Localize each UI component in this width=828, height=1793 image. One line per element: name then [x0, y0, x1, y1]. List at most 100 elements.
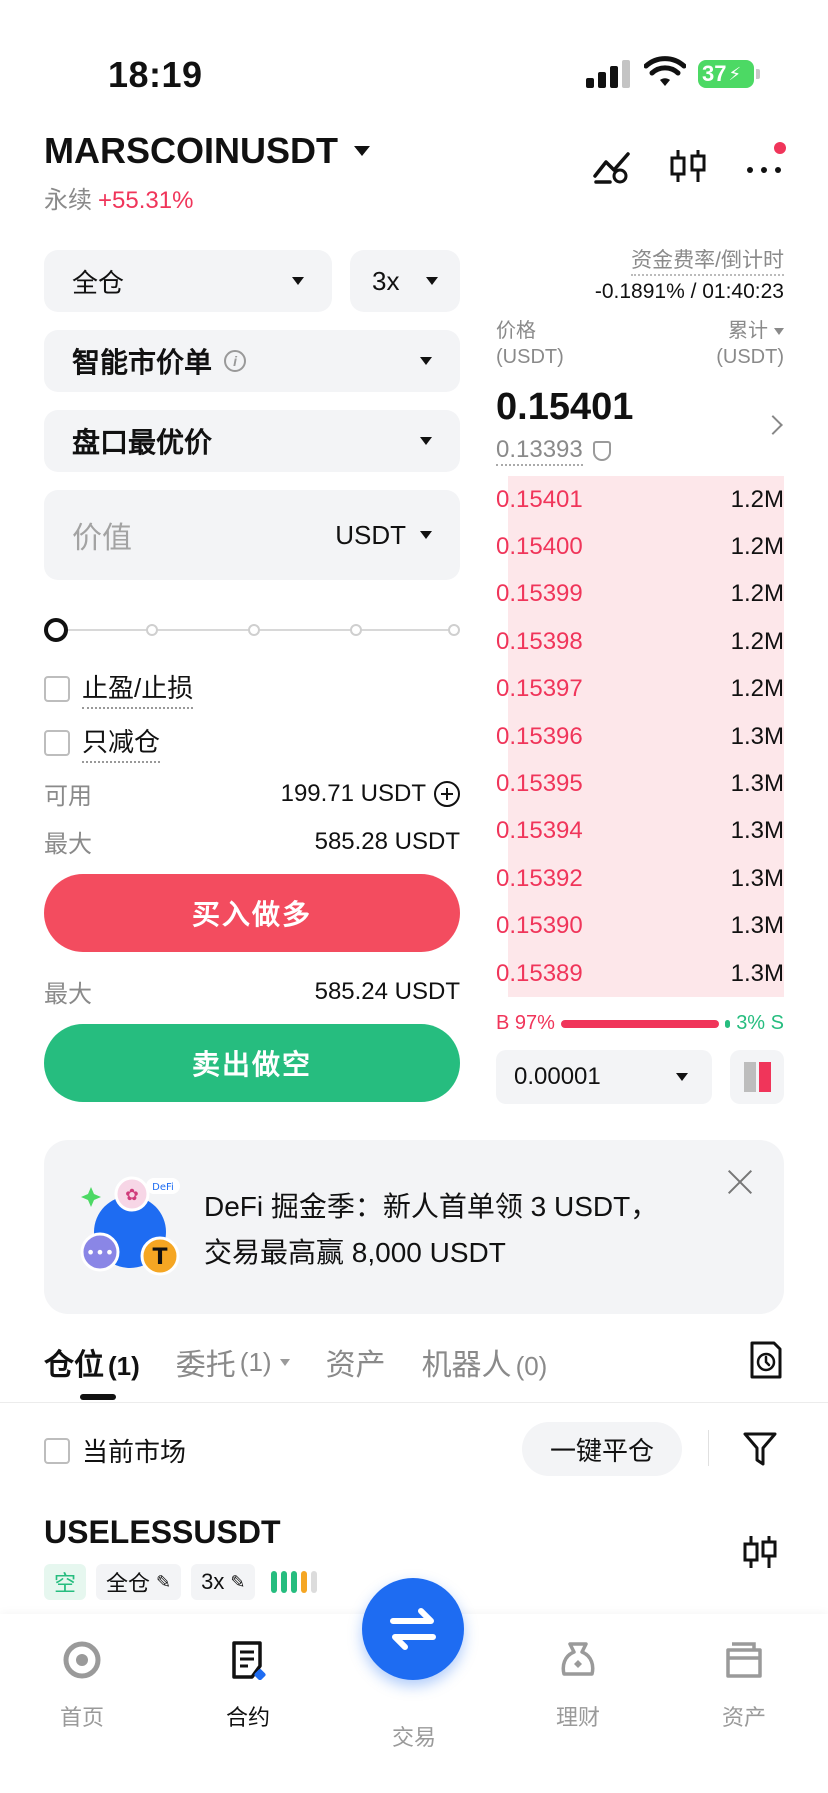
current-market-checkbox[interactable]: [44, 1437, 70, 1464]
qty-header-select[interactable]: 累计 (USDT): [716, 318, 784, 370]
defi-promo-icon: ✿ ••• T DeFi: [80, 1176, 180, 1276]
money-bag-icon: [561, 1642, 595, 1676]
margin-mode-tag-label: 全仓: [106, 1571, 151, 1596]
ask-row[interactable]: 0.15399 1.2M: [496, 570, 784, 619]
ask-row[interactable]: 0.15394 1.3M: [496, 807, 784, 856]
tab-assets[interactable]: 资产: [326, 1340, 386, 1384]
tabs-divider: [0, 1402, 828, 1403]
ask-row[interactable]: 0.15397 1.2M: [496, 665, 784, 713]
ask-price: 0.15390: [496, 912, 583, 940]
ask-row[interactable]: 0.15392 1.3M: [496, 855, 784, 903]
ask-price: 0.15389: [496, 959, 583, 987]
nav-contracts[interactable]: 合约: [188, 1640, 308, 1732]
funding-rate[interactable]: 资金费率/倒计时 -0.1891% / 01:40:23: [595, 244, 784, 304]
mark-price-row: 0.13393: [496, 436, 611, 466]
trend-settings-icon[interactable]: [592, 146, 632, 186]
more-menu-icon[interactable]: [744, 142, 786, 186]
position-symbol[interactable]: USELESSUSDT: [44, 1514, 280, 1551]
orderbook-header: 价格 (USDT) 累计 (USDT): [496, 318, 784, 370]
promo-banner[interactable]: ✿ ••• T DeFi DeFi 掘金季：新人首单领 3 USDT， 交易最高…: [44, 1140, 784, 1314]
tab-positions[interactable]: 仓位 (1): [44, 1340, 140, 1400]
ask-price: 0.15398: [496, 627, 583, 655]
ask-row[interactable]: 0.15395 1.3M: [496, 760, 784, 808]
price-unit: (USDT): [496, 346, 564, 368]
leverage-tag[interactable]: 3x ✎: [191, 1564, 256, 1600]
tick-size-value: 0.00001: [514, 1063, 601, 1090]
active-tab-indicator: [80, 1394, 116, 1400]
chevron-down-icon: [774, 328, 784, 336]
history-icon[interactable]: [748, 1340, 784, 1380]
ask-row[interactable]: 0.15401 1.2M: [496, 476, 784, 524]
tab-bots-count: (0): [515, 1351, 548, 1381]
nav-trade[interactable]: 交易: [354, 1720, 474, 1752]
reduce-only-option[interactable]: 只减仓: [44, 722, 161, 763]
tab-bots-label: 机器人: [421, 1349, 512, 1382]
ask-row[interactable]: 0.15400 1.2M: [496, 523, 784, 571]
candlestick-chart-icon[interactable]: [742, 1534, 778, 1570]
symbol-selector[interactable]: MARSCOINUSDT: [44, 130, 370, 172]
ask-row[interactable]: 0.15398 1.2M: [496, 618, 784, 666]
buy-long-button[interactable]: 买入做多: [44, 874, 460, 952]
tp-sl-label: 止盈/止损: [82, 668, 194, 709]
layout-bar: [758, 1062, 771, 1092]
nav-contracts-label: 合约: [225, 1705, 270, 1730]
tab-orders[interactable]: 委托 (1): [176, 1340, 290, 1384]
divider: [708, 1430, 709, 1466]
qty-header: 累计: [728, 320, 768, 342]
chevron-down-icon: [420, 357, 432, 365]
ask-qty: 1.3M: [730, 817, 784, 845]
tab-orders-count: (1): [239, 1346, 272, 1377]
margin-mode-select[interactable]: 全仓: [44, 250, 332, 312]
ask-qty: 1.3M: [730, 722, 784, 750]
ask-row[interactable]: 0.15389 1.3M: [496, 949, 784, 998]
close-all-button[interactable]: 一键平仓: [522, 1422, 682, 1476]
nav-home-label: 首页: [59, 1705, 104, 1730]
clock: 18:19: [108, 54, 203, 95]
orderbook-layout-button[interactable]: [730, 1050, 784, 1104]
slider-stop[interactable]: [448, 624, 460, 636]
nav-home[interactable]: 首页: [22, 1640, 142, 1732]
ask-row[interactable]: 0.15396 1.3M: [496, 712, 784, 761]
slider-stop[interactable]: [146, 624, 158, 636]
chevron-right-icon[interactable]: [763, 415, 783, 435]
svg-text:✿: ✿: [125, 1185, 138, 1204]
info-icon[interactable]: i: [224, 350, 247, 372]
reduce-only-checkbox[interactable]: [44, 729, 70, 756]
leverage-select[interactable]: 3x: [350, 250, 460, 312]
sell-short-button[interactable]: 卖出做空: [44, 1024, 460, 1102]
reduce-only-label: 只减仓: [82, 722, 161, 763]
position-tabs: 仓位 (1) 委托 (1) 资产 机器人 (0): [44, 1340, 548, 1400]
edit-icon: ✎: [230, 1571, 246, 1592]
margin-mode-tag[interactable]: 全仓 ✎: [96, 1564, 182, 1600]
current-market-filter[interactable]: 当前市场: [44, 1432, 186, 1469]
amount-slider[interactable]: [44, 618, 460, 642]
price-type-select[interactable]: 盘口最优价: [44, 410, 460, 472]
slider-stop[interactable]: [350, 624, 362, 636]
notification-dot: [774, 142, 786, 154]
nav-assets-label: 资产: [721, 1705, 766, 1730]
trade-swap-button[interactable]: [362, 1578, 464, 1680]
candlestick-chart-icon[interactable]: [668, 146, 708, 186]
nav-finance[interactable]: 理财: [518, 1640, 638, 1732]
tp-sl-option[interactable]: 止盈/止损: [44, 668, 194, 709]
order-type-select[interactable]: 智能市价单 i: [44, 330, 460, 392]
value-placeholder: 价值: [72, 522, 132, 555]
add-funds-icon[interactable]: [434, 780, 460, 807]
promo-text: DeFi 掘金季：新人首单领 3 USDT， 交易最高赢 8,000 USDT: [204, 1184, 658, 1276]
tick-size-select[interactable]: 0.00001: [496, 1050, 712, 1104]
close-icon[interactable]: [726, 1168, 754, 1196]
slider-handle[interactable]: [44, 618, 68, 642]
edit-icon: ✎: [156, 1571, 172, 1592]
tp-sl-checkbox[interactable]: [44, 675, 70, 702]
nav-finance-label: 理财: [555, 1705, 600, 1730]
position-tags: 空 全仓 ✎ 3x ✎: [44, 1564, 318, 1600]
slider-stop[interactable]: [248, 624, 260, 636]
ask-row[interactable]: 0.15390 1.3M: [496, 902, 784, 950]
order-value-input[interactable]: 价值 USDT: [44, 490, 460, 580]
tab-positions-count: (1): [108, 1351, 140, 1381]
filter-icon[interactable]: [742, 1430, 778, 1468]
value-unit-select[interactable]: USDT: [335, 520, 432, 551]
nav-assets[interactable]: 资产: [684, 1640, 804, 1732]
tab-bots[interactable]: 机器人 (0): [422, 1340, 548, 1384]
layout-bar: [743, 1062, 756, 1092]
